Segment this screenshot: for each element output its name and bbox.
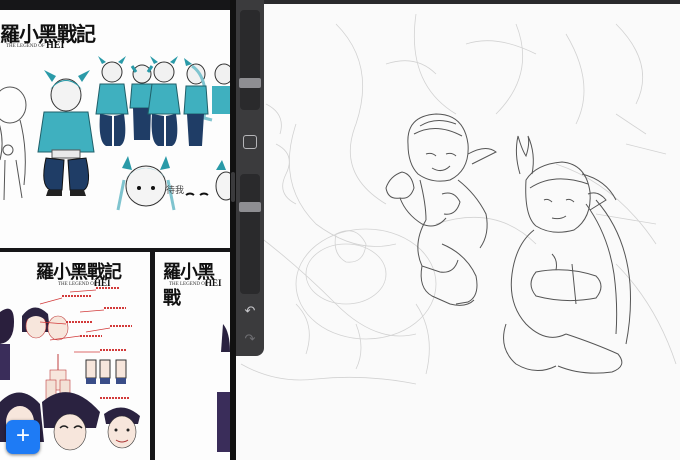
undo-icon[interactable]: ↶ xyxy=(236,304,264,319)
teal-character-turnaround xyxy=(95,56,230,146)
opacity-slider-thumb[interactable] xyxy=(239,202,261,212)
horned-character-sketch xyxy=(503,135,631,374)
side-toolbar: ↶ ↷ xyxy=(236,0,264,356)
reference-card-character-sheet[interactable]: 羅小黑戰記 THE LEGEND OF HEI 待我 xyxy=(0,10,230,248)
top-card-logo-hei: HEI xyxy=(46,40,65,51)
opacity-slider[interactable] xyxy=(240,174,260,294)
hands-studies xyxy=(85,359,127,384)
split-view-handle[interactable] xyxy=(231,172,235,202)
elf-character-sketch xyxy=(385,113,497,306)
redo-icon[interactable]: ↷ xyxy=(236,332,264,347)
teal-character-front xyxy=(37,70,95,196)
top-card-note: 待我 xyxy=(166,186,185,196)
bottom-right-card-logo-subtitle: THE LEGEND OF xyxy=(169,282,208,287)
bottom-right-card-logo-hei: HEI xyxy=(205,278,222,288)
reference-gallery[interactable]: 羅小黑戰記 THE LEGEND OF HEI 待我 羅小黑戰記 THE LEG… xyxy=(0,0,230,460)
bottom-left-card-logo-hei: HEI xyxy=(94,278,111,288)
procreate-screen: 羅小黑戰記 THE LEGEND OF HEI 待我 羅小黑戰記 THE LEG… xyxy=(0,0,680,460)
drawing-canvas[interactable] xyxy=(236,4,680,460)
add-reference-button[interactable]: + xyxy=(6,420,40,454)
bottom-left-card-logo-subtitle: THE LEGEND OF xyxy=(58,282,97,287)
brush-size-slider[interactable] xyxy=(240,10,260,110)
modifier-square-button[interactable] xyxy=(243,135,257,149)
sketch-artwork xyxy=(240,13,677,385)
brush-size-slider-thumb[interactable] xyxy=(239,78,261,88)
top-card-logo-subtitle: THE LEGEND OF xyxy=(6,44,45,49)
reference-card-partial[interactable]: 羅小黑戰 THE LEGEND OF HEI xyxy=(155,252,230,460)
